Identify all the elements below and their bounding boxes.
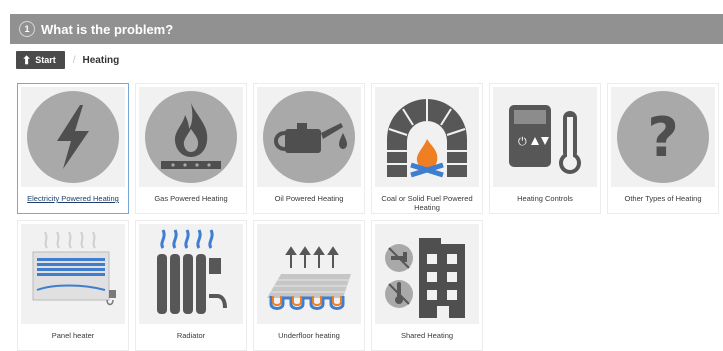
option-label: Shared Heating: [400, 331, 454, 340]
option-oil-heating[interactable]: Oil Powered Heating: [253, 83, 365, 214]
option-radiator[interactable]: Radiator: [135, 220, 247, 351]
oil-icon-panel: [257, 87, 361, 187]
option-electricity-heating[interactable]: Electricity Powered Heating: [17, 83, 129, 214]
start-label: Start: [35, 55, 56, 65]
option-label: Other Types of Heating: [624, 194, 702, 203]
radiator-icon: [157, 229, 227, 314]
option-other-heating[interactable]: ? Other Types of Heating: [607, 83, 719, 214]
start-button[interactable]: ⬆ Start: [16, 51, 65, 69]
option-label: Heating Controls: [517, 194, 573, 203]
controls-icon-panel: ⏻: [493, 87, 597, 187]
lightning-bolt-icon: [27, 91, 119, 183]
electricity-icon-panel: [21, 87, 125, 187]
option-label: Electricity Powered Heating: [27, 194, 119, 203]
panel-heater-icon: [32, 231, 116, 306]
option-label: Radiator: [176, 331, 206, 340]
oil-can-icon: [263, 91, 355, 183]
step-number-badge: 1: [19, 21, 35, 37]
gas-flame-icon: [145, 91, 237, 183]
option-panel-heater[interactable]: Panel heater: [17, 220, 129, 351]
shared-building-icon: [385, 238, 465, 318]
panel-heater-icon-panel: [21, 224, 125, 324]
option-gas-heating[interactable]: Gas Powered Heating: [135, 83, 247, 214]
radiator-icon-panel: [139, 224, 243, 324]
shared-heating-icon-panel: [375, 224, 479, 324]
up-arrow-icon: ⬆: [22, 54, 32, 67]
svg-text:?: ?: [647, 106, 678, 169]
breadcrumb: ⬆ Start / Heating: [16, 50, 119, 70]
option-label: Gas Powered Heating: [154, 194, 228, 203]
thermostat-icon: ⏻: [509, 105, 581, 174]
option-label: Coal or Solid Fuel Powered Heating: [381, 194, 473, 212]
underfloor-heating-icon: [267, 246, 351, 310]
breadcrumb-current: Heating: [82, 54, 120, 66]
step-title: What is the problem?: [41, 21, 174, 37]
question-mark-icon: ?: [617, 91, 709, 183]
option-label: Panel heater: [51, 331, 95, 340]
other-icon-panel: ?: [611, 87, 715, 187]
underfloor-icon-panel: [257, 224, 361, 324]
option-heating-controls[interactable]: ⏻ Heating Controls: [489, 83, 601, 214]
option-shared-heating[interactable]: Shared Heating: [371, 220, 483, 351]
option-label: Underfloor heating: [278, 331, 340, 340]
option-coal-solid-fuel-heating[interactable]: Coal or Solid Fuel Powered Heating: [371, 83, 483, 214]
coal-icon-panel: [375, 87, 479, 187]
svg-text:⏻: ⏻: [518, 135, 527, 148]
breadcrumb-separator: /: [72, 54, 76, 66]
fireplace-icon: [387, 99, 467, 178]
option-label: Oil Powered Heating: [274, 194, 344, 203]
gas-icon-panel: [139, 87, 243, 187]
step-header: 1 What is the problem?: [10, 14, 723, 44]
option-underfloor-heating[interactable]: Underfloor heating: [253, 220, 365, 351]
